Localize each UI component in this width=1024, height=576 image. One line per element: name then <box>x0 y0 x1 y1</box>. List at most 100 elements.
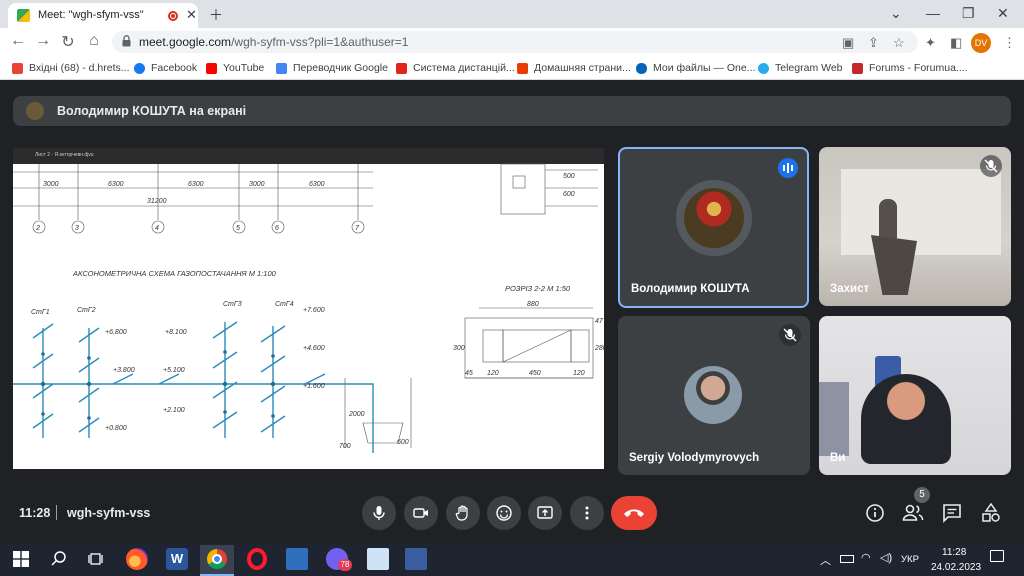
reactions-button[interactable] <box>487 496 521 530</box>
more-vert-icon <box>585 506 589 520</box>
participant-tile-self[interactable]: Ви <box>819 316 1011 475</box>
notifications-icon[interactable] <box>990 550 1004 562</box>
restore-button[interactable]: ❐ <box>962 5 975 22</box>
section-dim-4: 45 <box>465 370 473 377</box>
address-bar[interactable]: meet.google.com/wgh-syfm-vss?pli=1&authu… <box>112 31 918 53</box>
axis-label-2: 4 <box>155 225 159 232</box>
share-icon[interactable]: ⇪ <box>868 35 879 51</box>
volume-icon[interactable]: ◁) <box>880 551 892 564</box>
participant-name: Sergiy Volodymyrovych <box>629 452 760 464</box>
participant-name: Захист <box>830 283 870 295</box>
gmail-icon <box>12 62 23 74</box>
dim-top-1: 6300 <box>108 181 124 188</box>
taskbar-firefox[interactable] <box>126 548 148 570</box>
bookmark-onedrive[interactable]: Мои файлы — One... <box>636 62 755 74</box>
participant-tile-sergiy[interactable]: Sergiy Volodymyrovych <box>618 316 810 475</box>
battery-icon[interactable] <box>840 555 854 563</box>
chat-button[interactable] <box>941 502 963 524</box>
taskbar-app[interactable] <box>405 548 427 570</box>
presenting-banner: Володимир КОШУТА на екрані <box>13 96 1011 126</box>
moodle-icon <box>396 62 407 74</box>
onedrive-icon <box>636 62 647 74</box>
section-dim-3: 120 <box>573 370 585 377</box>
input-language[interactable]: УКР <box>901 554 919 565</box>
leave-call-button[interactable] <box>611 496 657 530</box>
participant-name: Володимир КОШУТА <box>631 283 750 295</box>
new-tab-button[interactable]: ＋ <box>209 5 223 25</box>
camera-button[interactable] <box>404 496 438 530</box>
forum-icon <box>852 62 863 74</box>
level-3: +4.600 <box>303 345 325 352</box>
close-window-button[interactable]: ✕ <box>997 5 1009 22</box>
section-dim-2: 450 <box>529 370 541 377</box>
taskbar-chrome[interactable] <box>200 545 234 576</box>
facebook-icon <box>134 62 145 74</box>
activities-button[interactable] <box>980 502 1002 524</box>
level-7: +2.100 <box>163 407 185 414</box>
projector-screen <box>841 169 1001 255</box>
section-dim-6: 280 <box>594 345 604 352</box>
bookmark-gmail[interactable]: Вхідні (68) - d.hrets... <box>12 62 130 74</box>
speaking-indicator-icon <box>778 158 798 178</box>
bookmark-forumua[interactable]: Forums - Forumua.... <box>852 62 968 74</box>
meeting-info-button[interactable] <box>864 502 886 524</box>
level-4: +3.800 <box>113 367 135 374</box>
taskbar-word[interactable]: W <box>166 548 188 570</box>
side-panel-icon[interactable]: ◧ <box>950 35 962 51</box>
search-button[interactable] <box>48 548 70 570</box>
info-icon <box>866 504 884 522</box>
clock-time[interactable]: 11:28 <box>942 547 966 558</box>
home-icon[interactable]: ⌂ <box>84 32 104 50</box>
search-icon <box>51 551 66 566</box>
hand-icon <box>455 505 468 521</box>
task-view-icon <box>88 553 103 565</box>
section-title: РОЗРІЗ 2-2 М 1:50 <box>505 284 571 293</box>
riser-label-1: СтГ2 <box>77 307 96 314</box>
mic-button[interactable] <box>362 496 396 530</box>
chrome-menu-icon[interactable]: ⋮ <box>1003 35 1016 51</box>
clock-date[interactable]: 24.02.2023 <box>931 562 981 573</box>
emoji-icon <box>496 505 512 521</box>
section-dim-1: 120 <box>487 370 499 377</box>
raise-hand-button[interactable] <box>446 496 480 530</box>
bookmark-facebook[interactable]: Facebook <box>134 62 197 74</box>
bookmark-homepage[interactable]: Домашняя страни... <box>517 62 631 74</box>
lectern <box>871 235 917 295</box>
tray-chevron-icon[interactable]: ︿ <box>820 552 831 568</box>
participant-tile-room[interactable]: Захист <box>819 147 1011 306</box>
extensions-icon[interactable]: ✦ <box>925 35 936 51</box>
mic-icon <box>373 506 385 520</box>
task-view-button[interactable] <box>85 548 107 570</box>
bookmark-translate[interactable]: Переводчик Google <box>276 62 388 74</box>
more-options-button[interactable] <box>570 496 604 530</box>
tab-search-icon[interactable]: ⌄ <box>890 5 902 22</box>
minimize-button[interactable]: — <box>926 5 940 21</box>
taskbar-opera[interactable] <box>247 548 267 570</box>
muted-mic-icon <box>980 155 1002 177</box>
dim-top-2: 6300 <box>188 181 204 188</box>
people-button[interactable] <box>901 502 925 524</box>
participant-tile-speaker[interactable]: Володимир КОШУТА <box>618 147 809 308</box>
present-screen-button[interactable] <box>528 496 562 530</box>
taskbar-notepad[interactable] <box>367 548 389 570</box>
bookmark-youtube[interactable]: YouTube <box>206 62 264 74</box>
bookmark-star-icon[interactable]: ☆ <box>893 35 905 51</box>
bookmark-telegram[interactable]: Telegram Web <box>758 62 843 74</box>
start-button[interactable] <box>10 548 32 570</box>
back-icon[interactable]: ← <box>8 32 28 50</box>
riser-label-0: СтГ1 <box>31 309 50 316</box>
tab-close-icon[interactable]: ✕ <box>186 7 197 23</box>
reload-icon[interactable]: ↻ <box>58 32 78 52</box>
browser-tab[interactable]: Meet: "wgh-sfym-vss" ✕ <box>8 3 198 28</box>
bookmark-distance-system[interactable]: Система дистанцій... <box>396 62 515 74</box>
shared-screen[interactable]: Лист 2 - Я.екторчевн.djvu 3000 6300 6300… <box>13 148 604 469</box>
profile-avatar[interactable]: DV <box>971 33 991 53</box>
camera-indicator-icon[interactable]: ▣ <box>842 35 854 51</box>
translate-icon <box>276 62 287 74</box>
wifi-icon[interactable]: ◠ <box>861 551 871 564</box>
forward-icon[interactable]: → <box>33 32 53 50</box>
taskbar-save-app[interactable] <box>286 548 308 570</box>
chat-icon <box>943 504 961 523</box>
dim-top-0: 3000 <box>43 181 59 188</box>
presenter-avatar <box>26 102 44 120</box>
